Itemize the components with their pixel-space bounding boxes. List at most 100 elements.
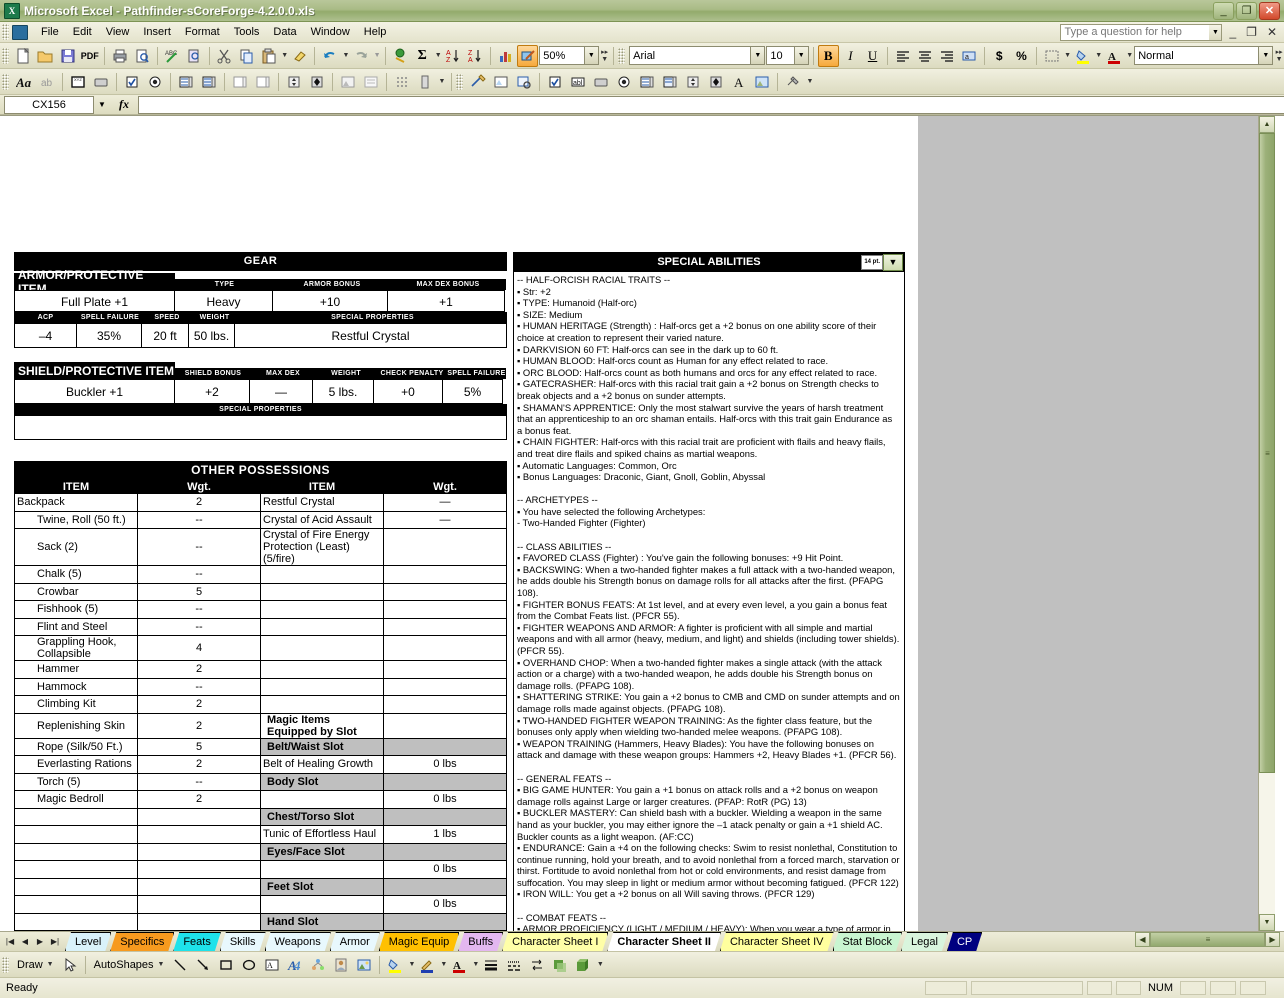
spell-failure-cell[interactable]: 35% xyxy=(76,323,142,348)
xyz-button-icon[interactable]: XYZ xyxy=(67,71,89,93)
fill-color-icon[interactable] xyxy=(1072,45,1093,67)
controls-toolbar-grip[interactable] xyxy=(456,73,463,90)
font-size-select[interactable]: 10 ▼ xyxy=(766,46,809,65)
magic-item-weight-cell[interactable] xyxy=(383,677,507,696)
form-checkbox-icon[interactable] xyxy=(544,71,566,93)
form-fontsize-icon[interactable]: A xyxy=(728,71,750,93)
possession-item-cell[interactable] xyxy=(14,877,138,896)
possession-item-cell[interactable]: Twine, Roll (50 ft.) xyxy=(14,510,138,529)
magic-item-weight-cell[interactable] xyxy=(383,528,507,566)
customize-toolbox-icon[interactable] xyxy=(782,71,804,93)
form-radio-icon[interactable] xyxy=(613,71,635,93)
possession-weight-cell[interactable]: -- xyxy=(137,677,261,696)
arrow-style-icon[interactable] xyxy=(526,954,548,976)
magic-item-cell[interactable]: Magic Items Equipped by Slot xyxy=(260,712,384,739)
cut-icon[interactable] xyxy=(214,45,235,67)
menu-data[interactable]: Data xyxy=(266,24,303,40)
scroll-down-button[interactable]: ▼ xyxy=(1259,914,1275,931)
autosum-dropdown-icon[interactable]: ▼ xyxy=(435,52,442,59)
possession-item-cell[interactable] xyxy=(14,930,138,931)
armor-type-cell[interactable]: Heavy xyxy=(174,290,273,312)
toolbar-grip[interactable] xyxy=(2,47,9,64)
sort-ascending-icon[interactable]: AZ xyxy=(443,45,464,67)
help-dropdown-icon[interactable]: ▼ xyxy=(1209,23,1223,41)
magic-item-weight-cell[interactable]: 0 lbs xyxy=(383,790,507,809)
formatting-toolbar-grip[interactable] xyxy=(618,47,626,64)
dash-style-icon[interactable] xyxy=(503,954,525,976)
sheet-tab-character-sheet-iv[interactable]: Character Sheet IV xyxy=(720,932,834,951)
possession-item-cell[interactable]: Fishhook (5) xyxy=(14,600,138,619)
menu-tools[interactable]: Tools xyxy=(227,24,267,40)
armor-special-properties-cell[interactable]: Restful Crystal xyxy=(234,323,507,348)
magic-item-cell[interactable]: Tunic of Effortless Haul xyxy=(260,825,384,844)
form-listbox-icon[interactable] xyxy=(636,71,658,93)
scrollbar-control-icon[interactable] xyxy=(283,71,305,93)
more-controls-icon[interactable] xyxy=(414,71,436,93)
menu-grip[interactable] xyxy=(2,24,9,40)
magic-item-weight-cell[interactable]: 0 lbs xyxy=(383,755,507,774)
possession-weight-cell[interactable] xyxy=(137,842,261,861)
chevron-down-icon[interactable]: ▼ xyxy=(883,254,903,271)
acp-cell[interactable]: –4 xyxy=(14,323,77,348)
form-combobox-icon[interactable] xyxy=(659,71,681,93)
scroll-up-button[interactable]: ▲ xyxy=(1259,116,1275,133)
zoom-dropdown-icon[interactable]: ▼ xyxy=(583,47,598,64)
draw-dropdown-icon[interactable]: ▼ xyxy=(47,961,54,968)
magic-item-weight-cell[interactable] xyxy=(383,635,507,661)
possession-weight-cell[interactable]: 5 xyxy=(137,582,261,601)
possession-item-cell[interactable]: Backpack xyxy=(14,493,138,512)
formatting-overflow-icon[interactable]: ▸▸ ▼ xyxy=(1274,45,1284,67)
diagram-icon[interactable] xyxy=(307,954,329,976)
drawing-overflow-icon[interactable]: ▼ xyxy=(595,954,605,976)
picture-icon[interactable] xyxy=(353,954,375,976)
listbox-control-icon[interactable] xyxy=(175,71,197,93)
magic-slot-header-cell[interactable]: Hand Slot xyxy=(260,912,384,931)
magic-item-cell[interactable] xyxy=(260,582,384,601)
magic-item-weight-cell[interactable]: 0 lbs xyxy=(383,895,507,914)
font-size-dropdown-icon[interactable]: ▼ xyxy=(793,47,808,64)
magic-item-weight-cell[interactable] xyxy=(383,600,507,619)
menu-help[interactable]: Help xyxy=(357,24,394,40)
vertical-scroll-thumb[interactable]: ≡ xyxy=(1259,133,1275,773)
possession-weight-cell[interactable]: -- xyxy=(137,600,261,619)
sheet-tab-magic-equip[interactable]: Magic Equip xyxy=(379,932,460,951)
spinner-control-icon[interactable] xyxy=(306,71,328,93)
magic-item-weight-cell[interactable] xyxy=(383,842,507,861)
restore-button[interactable]: ❐ xyxy=(1236,1,1257,20)
max-dex-cell[interactable]: +1 xyxy=(387,290,505,312)
forms-overflow-icon[interactable]: ▼ xyxy=(437,71,447,93)
magic-item-weight-cell[interactable]: 1 lbs xyxy=(383,825,507,844)
form-button-icon[interactable] xyxy=(590,71,612,93)
sheet-tab-legal[interactable]: Legal xyxy=(901,932,948,951)
armor-name-cell[interactable]: Full Plate +1 xyxy=(14,290,175,312)
possession-weight-cell[interactable] xyxy=(137,860,261,879)
text-control-icon[interactable] xyxy=(360,71,382,93)
possession-weight-cell[interactable]: 2 xyxy=(137,695,261,714)
align-center-icon[interactable] xyxy=(914,45,935,67)
sort-descending-icon[interactable]: ZA xyxy=(465,45,486,67)
align-right-icon[interactable] xyxy=(936,45,957,67)
line-color-icon[interactable] xyxy=(416,954,438,976)
sheet-tab-character-sheet-i[interactable]: Character Sheet I xyxy=(502,932,608,951)
magic-item-cell[interactable] xyxy=(260,600,384,619)
magic-item-cell[interactable]: Restful Crystal xyxy=(260,493,384,512)
horizontal-scrollbar[interactable]: ◀ ≡ ▶ xyxy=(1135,932,1284,947)
doc-close-button[interactable]: ✕ xyxy=(1264,25,1280,39)
select-arrow-icon[interactable] xyxy=(59,954,81,976)
possession-item-cell[interactable]: Everlasting Rations xyxy=(14,755,138,774)
armor-bonus-cell[interactable]: +10 xyxy=(272,290,388,312)
align-left-icon[interactable] xyxy=(892,45,913,67)
possession-item-cell[interactable]: Rope (Silk/50 Ft.) xyxy=(14,737,138,756)
shield-name-cell[interactable]: Buckler +1 xyxy=(14,379,175,404)
undo-icon[interactable] xyxy=(319,45,340,67)
vertical-scroll-track[interactable]: ≡ xyxy=(1259,133,1275,914)
style-select[interactable]: Normal ▼ xyxy=(1134,46,1274,65)
hscroll-right-button[interactable]: ▶ xyxy=(1265,932,1280,947)
magic-item-cell[interactable]: Crystal of Acid Assault xyxy=(260,510,384,529)
magic-slot-header-cell[interactable]: Feet Slot xyxy=(260,877,384,896)
magic-item-cell[interactable] xyxy=(260,635,384,661)
undo-dropdown-icon[interactable]: ▼ xyxy=(342,52,349,59)
new-icon[interactable] xyxy=(13,45,34,67)
font-color-icon[interactable]: A xyxy=(448,954,470,976)
controls-overflow-icon[interactable]: ▼ xyxy=(805,71,815,93)
